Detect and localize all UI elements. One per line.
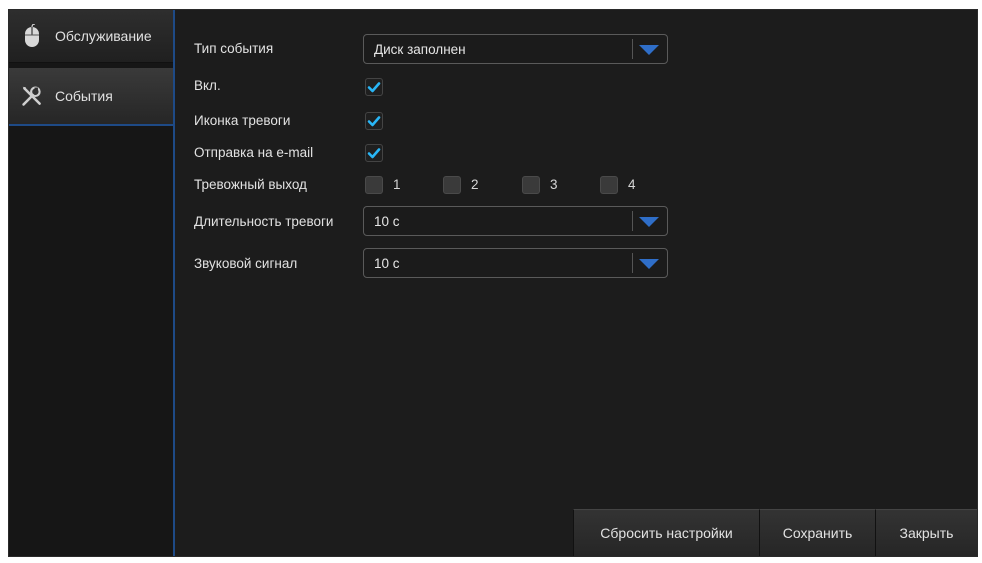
save-button[interactable]: Сохранить bbox=[759, 509, 875, 556]
enabled-checkbox[interactable] bbox=[365, 78, 383, 96]
alarm-duration-dropdown[interactable]: 10 с bbox=[363, 206, 668, 236]
mouse-icon bbox=[21, 23, 43, 49]
dropdown-separator bbox=[632, 39, 633, 59]
checkmark-icon bbox=[367, 82, 381, 93]
enabled-label: Вкл. bbox=[194, 78, 221, 93]
buzzer-value: 10 с bbox=[374, 256, 400, 271]
alarm-output-4-label: 4 bbox=[628, 177, 636, 192]
email-label: Отправка на e-mail bbox=[194, 145, 314, 160]
dropdown-separator bbox=[632, 253, 633, 273]
chevron-down-icon bbox=[639, 45, 659, 55]
alarm-output-1-label: 1 bbox=[393, 177, 401, 192]
alarm-output-3-checkbox[interactable] bbox=[522, 176, 540, 194]
sidebar: Обслуживание События bbox=[9, 10, 175, 556]
alarm-duration-value: 10 с bbox=[374, 214, 400, 229]
dropdown-separator bbox=[632, 211, 633, 231]
buzzer-label: Звуковой сигнал bbox=[194, 256, 298, 271]
alarm-output-3-label: 3 bbox=[550, 177, 558, 192]
email-checkbox[interactable] bbox=[365, 144, 383, 162]
alarm-output-2-label: 2 bbox=[471, 177, 479, 192]
alarm-icon-label: Иконка тревоги bbox=[194, 113, 291, 128]
close-button[interactable]: Закрыть bbox=[875, 509, 977, 556]
alarm-output-1-checkbox[interactable] bbox=[365, 176, 383, 194]
chevron-down-icon bbox=[639, 259, 659, 269]
sidebar-item-label: События bbox=[55, 88, 113, 104]
alarm-duration-label: Длительность тревоги bbox=[194, 214, 334, 229]
tools-icon bbox=[21, 83, 43, 109]
checkmark-icon bbox=[367, 116, 381, 127]
buzzer-dropdown[interactable]: 10 с bbox=[363, 248, 668, 278]
alarm-icon-checkbox[interactable] bbox=[365, 112, 383, 130]
checkmark-icon bbox=[367, 148, 381, 159]
alarm-output-2-checkbox[interactable] bbox=[443, 176, 461, 194]
settings-window: Обслуживание События Тип события Диск за… bbox=[8, 9, 978, 557]
reset-button[interactable]: Сбросить настройки bbox=[573, 509, 759, 556]
event-type-value: Диск заполнен bbox=[374, 42, 466, 57]
event-type-label: Тип события bbox=[194, 41, 274, 56]
sidebar-item-events[interactable]: События bbox=[9, 68, 173, 126]
alarm-output-4-checkbox[interactable] bbox=[600, 176, 618, 194]
sidebar-item-label: Обслуживание bbox=[55, 28, 152, 44]
event-type-dropdown[interactable]: Диск заполнен bbox=[363, 34, 668, 64]
sidebar-item-maintenance[interactable]: Обслуживание bbox=[9, 10, 173, 63]
alarm-output-label: Тревожный выход bbox=[194, 177, 307, 192]
chevron-down-icon bbox=[639, 217, 659, 227]
